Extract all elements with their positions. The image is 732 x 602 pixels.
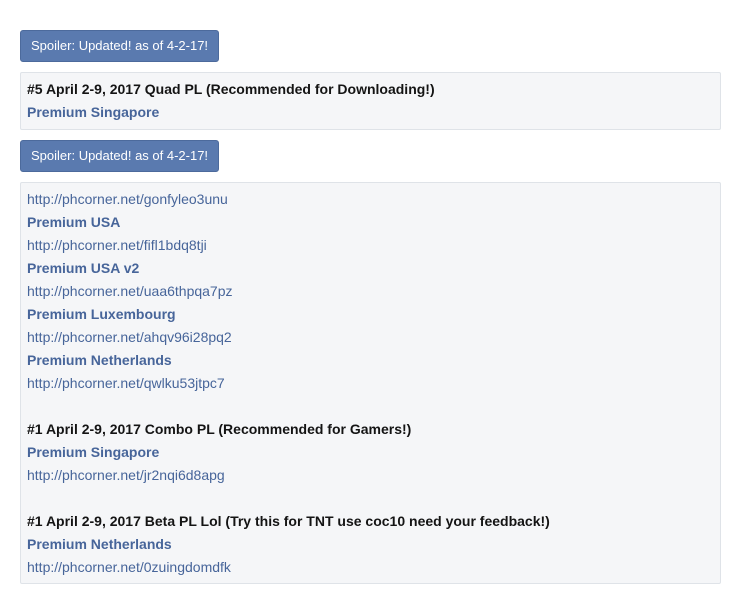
- box1-heading: #5 April 2-9, 2017 Quad PL (Recommended …: [27, 81, 435, 97]
- spoiler-button-1[interactable]: Spoiler: Updated! as of 4-2-17!: [20, 30, 220, 62]
- post-content: Spoiler: Updated! as of 4-2-17! #5 April…: [0, 0, 732, 584]
- spoiler-box-2: http://phcorner.net/gonfyleo3unu Premium…: [20, 182, 721, 584]
- link-usa[interactable]: http://phcorner.net/fifl1bdq8tji: [27, 237, 207, 253]
- link-singapore-combo[interactable]: http://phcorner.net/jr2nqi6d8apg: [27, 467, 225, 483]
- server-singapore-combo: Premium Singapore: [27, 444, 160, 460]
- spoiler-button-2[interactable]: Spoiler: Updated! as of 4-2-17!: [20, 140, 220, 172]
- link-netherlands-beta[interactable]: http://phcorner.net/0zuingdomdfk: [27, 559, 231, 575]
- beta-heading: #1 April 2-9, 2017 Beta PL Lol (Try this…: [27, 513, 550, 529]
- link-luxembourg[interactable]: http://phcorner.net/ahqv96i28pq2: [27, 329, 232, 345]
- server-usa-v2: Premium USA v2: [27, 260, 140, 276]
- server-netherlands-beta: Premium Netherlands: [27, 536, 172, 552]
- link-netherlands[interactable]: http://phcorner.net/qwlku53jtpc7: [27, 375, 225, 391]
- server-netherlands: Premium Netherlands: [27, 352, 172, 368]
- link-0[interactable]: http://phcorner.net/gonfyleo3unu: [27, 191, 228, 207]
- spoiler-box-1: #5 April 2-9, 2017 Quad PL (Recommended …: [20, 72, 721, 130]
- server-luxembourg: Premium Luxembourg: [27, 306, 176, 322]
- box1-server-singapore: Premium Singapore: [27, 104, 160, 120]
- combo-heading: #1 April 2-9, 2017 Combo PL (Recommended…: [27, 421, 412, 437]
- link-usa-v2[interactable]: http://phcorner.net/uaa6thpqa7pz: [27, 283, 233, 299]
- server-usa: Premium USA: [27, 214, 121, 230]
